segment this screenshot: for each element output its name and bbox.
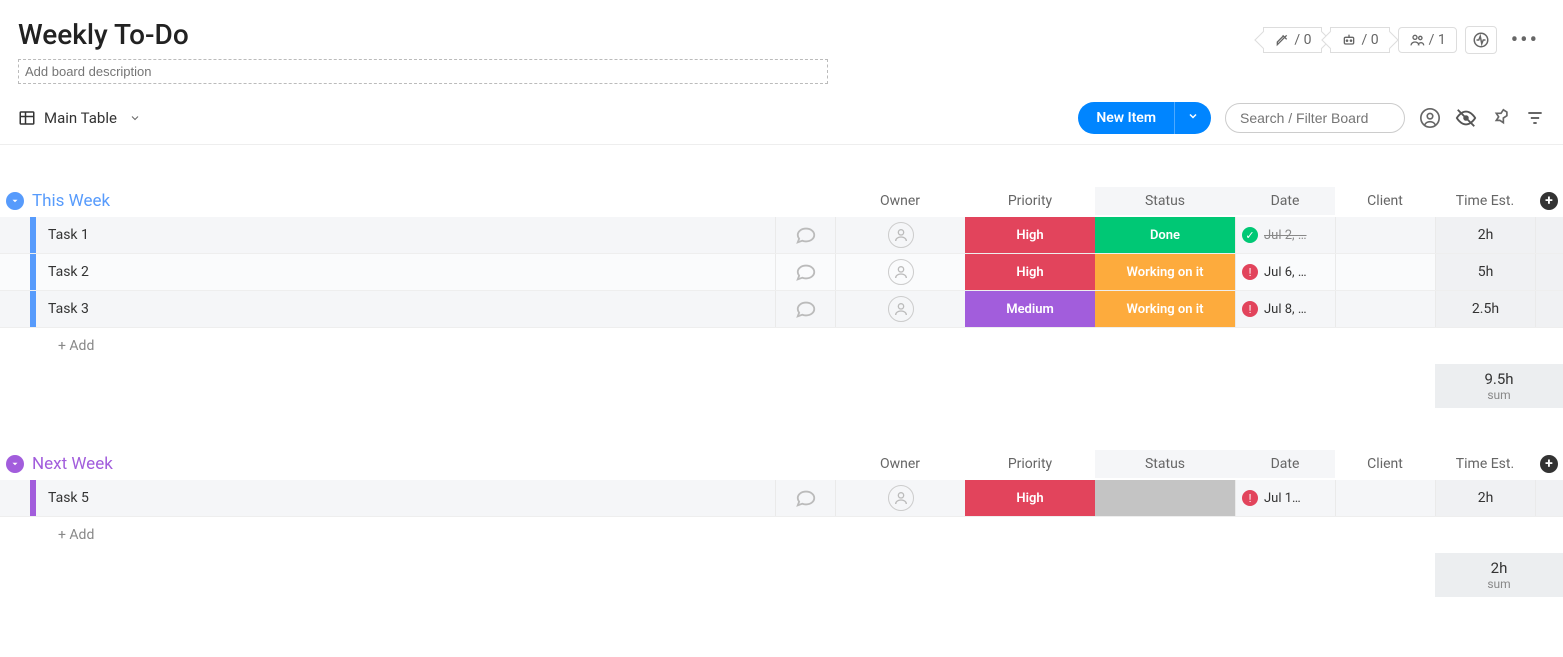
chat-icon[interactable]	[775, 291, 835, 327]
client-cell[interactable]	[1335, 291, 1435, 327]
table-icon	[18, 109, 36, 127]
add-item-row[interactable]: + Add	[0, 328, 1563, 364]
item-name[interactable]: Task 1	[36, 217, 775, 253]
column-header[interactable]: Priority	[965, 187, 1095, 215]
priority-cell[interactable]: High	[965, 480, 1095, 516]
search-input[interactable]	[1225, 103, 1405, 133]
activity-pill[interactable]	[1465, 26, 1497, 54]
views-pill[interactable]: / 0	[1263, 27, 1322, 53]
time-est-cell[interactable]: 5h	[1435, 254, 1535, 290]
add-column-button[interactable]: +	[1535, 186, 1563, 216]
people-icon	[1409, 32, 1425, 48]
new-item-label[interactable]: New Item	[1078, 102, 1174, 134]
chat-icon[interactable]	[775, 254, 835, 290]
item-name[interactable]: Task 2	[36, 254, 775, 290]
members-pill[interactable]: / 1	[1398, 27, 1457, 53]
client-cell[interactable]	[1335, 480, 1435, 516]
date-text: Jul 6, …	[1264, 265, 1307, 280]
owner-cell[interactable]	[835, 254, 965, 290]
view-name: Main Table	[44, 109, 117, 127]
group-collapse[interactable]	[6, 192, 24, 210]
status-cell[interactable]: Done	[1095, 217, 1235, 253]
sum-cell: 9.5hsum	[1435, 364, 1563, 408]
more-menu[interactable]: •••	[1505, 28, 1545, 53]
column-header[interactable]: Client	[1335, 450, 1435, 478]
item-name[interactable]: Task 5	[36, 480, 775, 516]
board-description-input[interactable]	[18, 59, 828, 84]
column-header[interactable]: Time Est.	[1435, 187, 1535, 215]
time-est-cell[interactable]: 2h	[1435, 217, 1535, 253]
avatar-icon	[888, 485, 914, 511]
column-header[interactable]: Status	[1095, 187, 1235, 215]
column-header[interactable]: Priority	[965, 450, 1095, 478]
pin-icon[interactable]	[1491, 108, 1511, 128]
person-filter-icon[interactable]	[1419, 107, 1441, 129]
priority-cell[interactable]: High	[965, 254, 1095, 290]
group-title[interactable]: Next Week	[32, 454, 113, 474]
column-header[interactable]: Client	[1335, 187, 1435, 215]
client-cell[interactable]	[1335, 254, 1435, 290]
chat-icon[interactable]	[775, 217, 835, 253]
new-item-dropdown[interactable]	[1174, 102, 1211, 134]
table-row[interactable]: Task 3 MediumWorking on it! Jul 8, … 2.5h	[0, 291, 1563, 328]
board-title[interactable]: Weekly To-Do	[18, 18, 828, 51]
status-cell[interactable]: Working on it	[1095, 291, 1235, 327]
chat-icon[interactable]	[775, 480, 835, 516]
column-header[interactable]: Status	[1095, 450, 1235, 478]
table-row[interactable]: Task 2 HighWorking on it! Jul 6, … 5h	[0, 254, 1563, 291]
views-count: / 0	[1294, 32, 1311, 48]
status-cell[interactable]: Working on it	[1095, 254, 1235, 290]
column-header[interactable]: Time Est.	[1435, 450, 1535, 478]
date-status-icon: !	[1242, 264, 1258, 280]
date-status-icon: !	[1242, 490, 1258, 506]
avatar-icon	[888, 296, 914, 322]
date-cell[interactable]: ! Jul 1…	[1235, 480, 1335, 516]
column-header[interactable]: Date	[1235, 450, 1335, 478]
date-text: Jul 8, …	[1264, 302, 1307, 317]
activity-icon	[1472, 31, 1490, 49]
add-item-row[interactable]: + Add	[0, 517, 1563, 553]
add-item-label[interactable]: + Add	[36, 527, 1563, 543]
column-header[interactable]: Owner	[835, 450, 965, 478]
time-est-cell[interactable]: 2h	[1435, 480, 1535, 516]
date-cell[interactable]: ! Jul 8, …	[1235, 291, 1335, 327]
add-item-label[interactable]: + Add	[36, 338, 1563, 354]
new-item-button[interactable]: New Item	[1078, 102, 1211, 134]
group-collapse[interactable]	[6, 455, 24, 473]
owner-cell[interactable]	[835, 291, 965, 327]
group-title[interactable]: This Week	[32, 191, 110, 211]
status-cell[interactable]	[1095, 480, 1235, 516]
client-cell[interactable]	[1335, 217, 1435, 253]
date-cell[interactable]: ! Jul 6, …	[1235, 254, 1335, 290]
robot-icon	[1341, 32, 1357, 48]
table-row[interactable]: Task 5 High! Jul 1… 2h	[0, 480, 1563, 517]
table-row[interactable]: Task 1 HighDone ✓ Jul 2, … 2h	[0, 217, 1563, 254]
sum-cell: 2hsum	[1435, 553, 1563, 597]
hide-icon[interactable]	[1455, 107, 1477, 129]
priority-cell[interactable]: High	[965, 217, 1095, 253]
owner-cell[interactable]	[835, 480, 965, 516]
item-name[interactable]: Task 3	[36, 291, 775, 327]
time-est-cell[interactable]: 2.5h	[1435, 291, 1535, 327]
owner-cell[interactable]	[835, 217, 965, 253]
avatar-icon	[888, 222, 914, 248]
date-text: Jul 1…	[1264, 491, 1301, 506]
members-count: / 1	[1429, 32, 1446, 48]
date-status-icon: !	[1242, 301, 1258, 317]
column-header[interactable]: Owner	[835, 187, 965, 215]
eyedropper-icon	[1274, 32, 1290, 48]
filter-icon[interactable]	[1525, 108, 1545, 128]
priority-cell[interactable]: Medium	[965, 291, 1095, 327]
date-cell[interactable]: ✓ Jul 2, …	[1235, 217, 1335, 253]
column-header[interactable]: Date	[1235, 187, 1335, 215]
view-selector[interactable]: Main Table	[18, 109, 141, 127]
date-status-icon: ✓	[1242, 227, 1258, 243]
automations-count: / 0	[1361, 32, 1378, 48]
date-text: Jul 2, …	[1264, 228, 1307, 243]
automations-pill[interactable]: / 0	[1330, 27, 1389, 53]
avatar-icon	[888, 259, 914, 285]
chevron-down-icon	[129, 112, 141, 124]
add-column-button[interactable]: +	[1535, 449, 1563, 479]
